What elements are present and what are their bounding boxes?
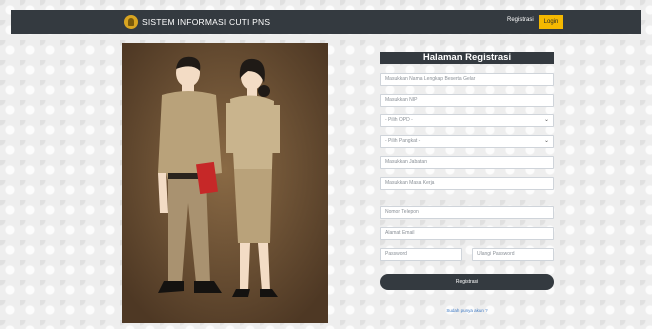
rank-select-value: - Pilih Pangkat - bbox=[385, 138, 421, 144]
repeat-password-input[interactable]: Ulangi Password bbox=[472, 248, 554, 261]
nav-register-link[interactable]: Registrasi bbox=[507, 17, 534, 23]
email-input[interactable]: Alamat Email bbox=[380, 227, 554, 240]
brand[interactable]: SISTEM INFORMASI CUTI PNS bbox=[124, 14, 270, 30]
app-title: SISTEM INFORMASI CUTI PNS bbox=[142, 17, 271, 27]
opd-select-value: - Pilih OPD - bbox=[385, 117, 413, 123]
form-title: Halaman Registrasi bbox=[380, 52, 554, 64]
full-name-input[interactable]: Masukkan Nama Lengkap Beserta Gelar bbox=[380, 73, 554, 86]
register-button[interactable]: Registrasi bbox=[380, 274, 554, 290]
nav-login-button[interactable]: Login bbox=[539, 15, 563, 29]
service-period-input[interactable]: Masukkan Masa Kerja bbox=[380, 177, 554, 190]
opd-select[interactable]: - Pilih OPD - ⌄ bbox=[380, 114, 554, 127]
phone-input[interactable]: Nomor Telepon bbox=[380, 206, 554, 219]
civil-servants-illustration bbox=[122, 43, 328, 323]
chevron-down-icon: ⌄ bbox=[543, 117, 549, 123]
chevron-down-icon: ⌄ bbox=[543, 138, 549, 144]
nip-input[interactable]: Masukkan NIP bbox=[380, 94, 554, 107]
login-link[interactable]: Sudah punya akun ? bbox=[380, 308, 554, 313]
password-input[interactable]: Password bbox=[380, 248, 462, 261]
garuda-logo-icon bbox=[124, 15, 138, 29]
registration-form: Halaman Registrasi Masukkan Nama Lengkap… bbox=[380, 52, 554, 313]
position-input[interactable]: Masukkan Jabatan bbox=[380, 156, 554, 169]
rank-select[interactable]: - Pilih Pangkat - ⌄ bbox=[380, 135, 554, 148]
navbar: SISTEM INFORMASI CUTI PNS Registrasi Log… bbox=[11, 10, 641, 34]
